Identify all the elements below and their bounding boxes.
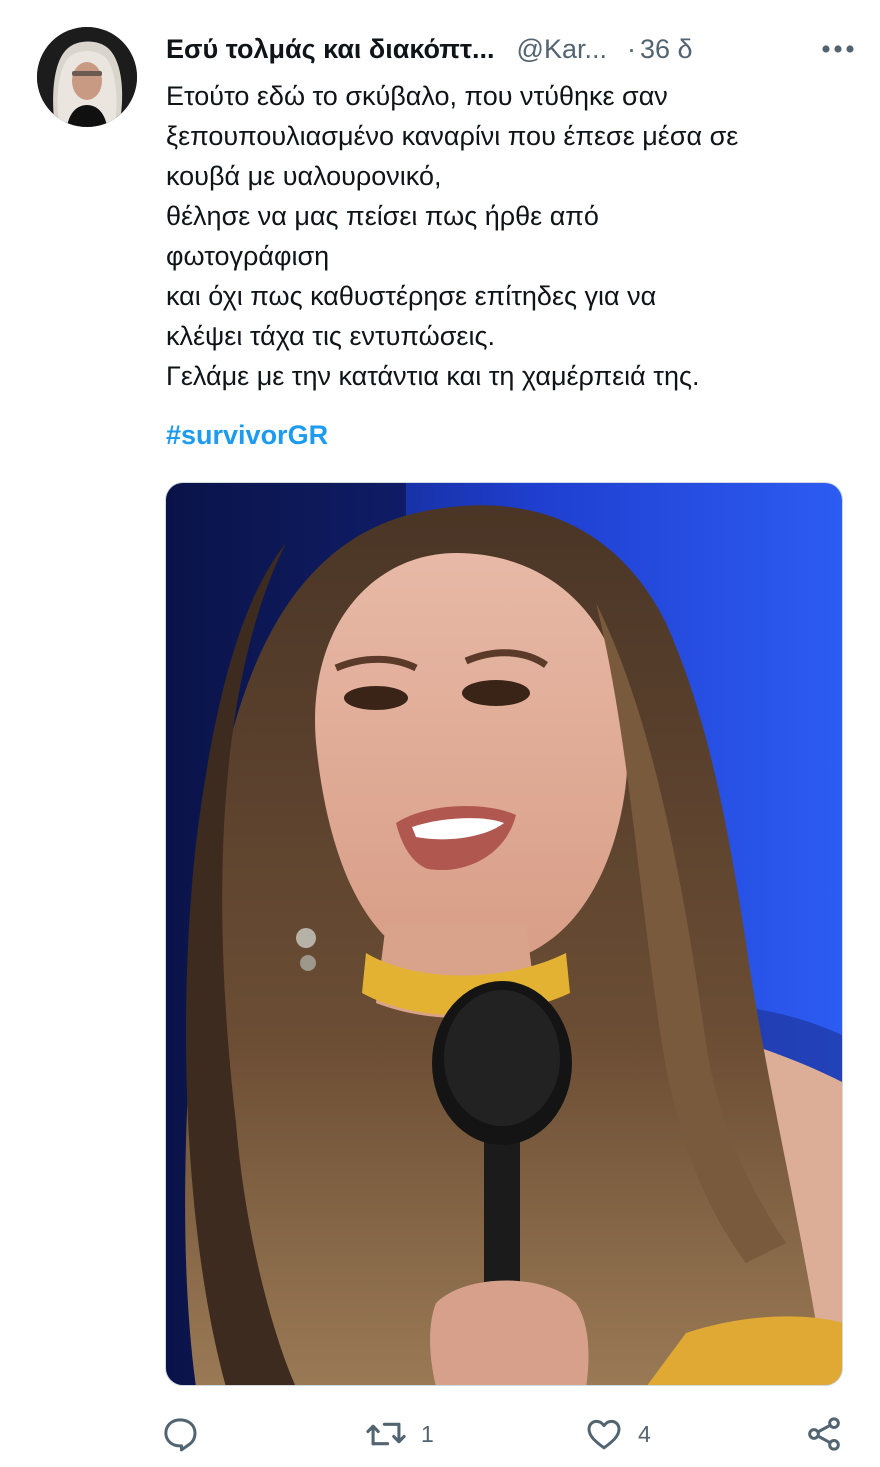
- tweet-text-line: κλέψει τάχα τις εντυπώσεις.: [166, 321, 495, 351]
- tweet-photo[interactable]: [165, 482, 843, 1386]
- timestamp[interactable]: 36 δ: [640, 34, 693, 65]
- heart-icon: [587, 1419, 621, 1450]
- retweet-count: 1: [421, 1420, 434, 1447]
- tweet-text: Ετούτο εδώ το σκύβαλο, που ντύθηκε σαν ξ…: [166, 76, 856, 396]
- retweet-icon: [366, 1422, 406, 1446]
- tweet-text-line: και όχι πως καθυστέρησε επίτηδες για να: [166, 281, 657, 311]
- avatar[interactable]: [37, 27, 137, 127]
- hashtag-link[interactable]: #survivorGR: [166, 415, 328, 455]
- like-count: 4: [638, 1420, 651, 1447]
- avatar-image: [37, 27, 137, 127]
- tweet-text-line: κουβά με υαλουρονικό,: [166, 161, 442, 191]
- reply-button[interactable]: [160, 1410, 214, 1458]
- tweet-text-line: ξεπουπουλιασμένο καναρίνι που έπεσε μέσα…: [166, 121, 739, 151]
- like-button[interactable]: 4: [584, 1410, 651, 1458]
- share-icon: [808, 1417, 840, 1451]
- tweet-text-line: φωτογράφιση: [166, 241, 330, 271]
- separator-dot: ·: [626, 33, 636, 64]
- tweet-actions: 1 4: [160, 1410, 850, 1460]
- tweet-text-line: θέλησε να μας πείσει πως ήρθε από: [166, 201, 599, 231]
- share-button[interactable]: [804, 1410, 844, 1458]
- tweet-header: Εσύ τολμάς και διακόπτ... @Kar... · 36 δ: [166, 28, 856, 70]
- tweet-text-line: Ετούτο εδώ το σκύβαλο, που ντύθηκε σαν: [166, 81, 668, 111]
- more-options-button[interactable]: [820, 34, 856, 64]
- user-handle[interactable]: @Kar...: [517, 34, 607, 65]
- display-name[interactable]: Εσύ τολμάς και διακόπτ...: [166, 34, 495, 65]
- reply-icon: [164, 1418, 197, 1452]
- more-dots-icon: [822, 45, 854, 53]
- photo-image: [166, 483, 842, 1385]
- retweet-button[interactable]: 1: [365, 1410, 434, 1458]
- tweet-text-line: Γελάμε με την κατάντια και τη χαμέρπειά …: [166, 361, 700, 391]
